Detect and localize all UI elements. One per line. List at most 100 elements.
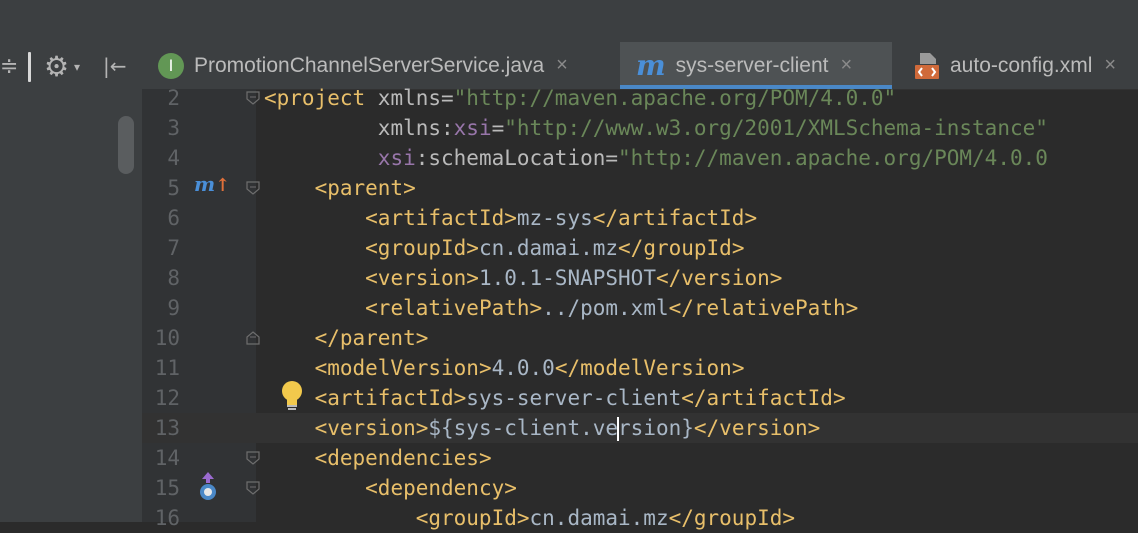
code-token: xsi bbox=[453, 116, 492, 140]
code-token: cn.damai.mz bbox=[529, 506, 669, 530]
line-number: 3 bbox=[167, 116, 180, 140]
close-icon[interactable]: × bbox=[841, 54, 853, 77]
code-line[interactable]: 15 <dependency> bbox=[142, 473, 1138, 503]
line-number: 7 bbox=[167, 236, 180, 260]
code-text: <dependencies> bbox=[264, 443, 492, 473]
code-token: </artifactId> bbox=[681, 386, 846, 410]
code-token: xmlns: bbox=[377, 116, 454, 140]
code-text: xsi:schemaLocation="http://maven.apache.… bbox=[264, 143, 1048, 173]
title-bar bbox=[142, 0, 1138, 42]
code-text: <version>${sys-client.version}</version> bbox=[264, 413, 820, 443]
code-text: </parent> bbox=[264, 323, 429, 353]
code-line[interactable]: 2 <project xmlns="http://maven.apache.org… bbox=[142, 83, 1138, 113]
line-number: 11 bbox=[154, 356, 180, 380]
project-scrollbar[interactable] bbox=[118, 116, 134, 174]
tab-sys-server-client[interactable]: m sys-server-client × bbox=[620, 42, 892, 89]
close-icon[interactable]: × bbox=[1104, 54, 1116, 77]
code-text: <relativePath>../pom.xml</relativePath> bbox=[264, 293, 858, 323]
fold-open-icon[interactable] bbox=[246, 481, 260, 495]
fold-open-icon[interactable] bbox=[246, 91, 260, 105]
code-token: <groupId> bbox=[365, 236, 479, 260]
code-token: "http://maven.apache.org/POM/4.0.0" bbox=[453, 86, 897, 110]
fold-open-icon[interactable] bbox=[246, 451, 260, 465]
code-line[interactable]: 10 </parent> bbox=[142, 323, 1138, 353]
code-text: xmlns:xsi="http://www.w3.org/2001/XMLSch… bbox=[264, 113, 1048, 143]
gear-icon[interactable]: ⚙ bbox=[44, 50, 69, 83]
tab-label: auto-config.xml bbox=[950, 53, 1093, 77]
close-icon[interactable]: × bbox=[556, 54, 568, 77]
code-token: ${sys-client.ve bbox=[428, 416, 619, 440]
code-line[interactable]: 4 xsi:schemaLocation="http://maven.apach… bbox=[142, 143, 1138, 173]
tab-auto-config[interactable]: auto-config.xml × bbox=[914, 42, 1138, 89]
code-text: <dependency> bbox=[264, 473, 517, 503]
xml-file-icon bbox=[914, 52, 940, 80]
tab-promotion-channel-service[interactable]: I PromotionChannelServerService.java × bbox=[158, 42, 618, 89]
line-number: 6 bbox=[167, 206, 180, 230]
code-token: <dependencies> bbox=[314, 446, 492, 470]
code-line[interactable]: 6 <artifactId>mz-sys</artifactId> bbox=[142, 203, 1138, 233]
code-token: </groupId> bbox=[618, 236, 745, 260]
code-token: </version> bbox=[693, 416, 821, 440]
code-line[interactable]: 7 <groupId>cn.damai.mz</groupId> bbox=[142, 233, 1138, 263]
code-text: <artifactId>sys-server-client</artifactI… bbox=[264, 383, 846, 413]
fold-open-icon[interactable] bbox=[246, 181, 260, 195]
code-token: "http://maven.apache.org/POM/4.0.0 bbox=[618, 146, 1048, 170]
code-line[interactable]: 11 <modelVersion>4.0.0</modelVersion> bbox=[142, 353, 1138, 383]
code-token: </parent> bbox=[314, 326, 429, 350]
code-token: 4.0.0 bbox=[491, 356, 555, 380]
code-token: 1.0.1-SNAPSHOT bbox=[478, 266, 656, 290]
code-token: xmlns= bbox=[377, 86, 454, 110]
code-token: xsi bbox=[377, 146, 416, 170]
code-line[interactable]: 8 <version>1.0.1-SNAPSHOT</version> bbox=[142, 263, 1138, 293]
line-number: 16 bbox=[154, 506, 180, 530]
hide-panel-icon[interactable]: |← bbox=[103, 54, 127, 78]
override-up-icon[interactable] bbox=[197, 471, 219, 505]
maven-parent-icon[interactable]: m↑ bbox=[194, 172, 230, 196]
code-text: <groupId>cn.damai.mz</groupId> bbox=[264, 503, 795, 533]
code-token: <dependency> bbox=[365, 476, 517, 500]
code-token: "http://www.w3.org/2001/XMLSchema-instan… bbox=[504, 116, 1048, 140]
line-number: 8 bbox=[167, 266, 180, 290]
code-token: <parent> bbox=[314, 176, 416, 200]
code-token: rsion} bbox=[618, 416, 694, 440]
code-token: <relativePath> bbox=[365, 296, 543, 320]
code-line[interactable]: 16 <groupId>cn.damai.mz</groupId> bbox=[142, 503, 1138, 533]
code-token: <artifactId> bbox=[365, 206, 517, 230]
code-token: ../pom.xml bbox=[542, 296, 669, 320]
code-line[interactable]: 14 <dependencies> bbox=[142, 443, 1138, 473]
code-line[interactable]: 9 <relativePath>../pom.xml</relativePath… bbox=[142, 293, 1138, 323]
code-line[interactable]: 13 <version>${sys-client.version}</versi… bbox=[142, 413, 1138, 443]
line-number: 14 bbox=[154, 446, 180, 470]
line-number: 10 bbox=[154, 326, 180, 350]
line-number: 13 bbox=[154, 416, 180, 440]
collapse-all-icon[interactable]: ≑ bbox=[0, 54, 18, 79]
code-text: <version>1.0.1-SNAPSHOT</version> bbox=[264, 263, 782, 293]
code-text: <groupId>cn.damai.mz</groupId> bbox=[264, 233, 744, 263]
fold-close-icon[interactable] bbox=[246, 331, 260, 345]
code-token: </version> bbox=[655, 266, 783, 290]
interface-icon: I bbox=[158, 52, 184, 79]
code-line[interactable]: 5 <parent> bbox=[142, 173, 1138, 203]
line-number: 2 bbox=[167, 86, 180, 110]
tab-label: PromotionChannelServerService.java bbox=[194, 53, 545, 77]
toolbar-separator bbox=[28, 52, 31, 82]
code-token: sys-server-client bbox=[466, 386, 682, 410]
code-token: <modelVersion> bbox=[314, 356, 492, 380]
code-token: = bbox=[491, 116, 505, 140]
lightbulb-icon[interactable] bbox=[280, 380, 304, 416]
line-number: 9 bbox=[167, 296, 180, 320]
code-token: </modelVersion> bbox=[554, 356, 745, 380]
code-line[interactable]: 3 xmlns:xsi="http://www.w3.org/2001/XMLS… bbox=[142, 113, 1138, 143]
chevron-down-icon[interactable]: ▾ bbox=[74, 60, 80, 74]
